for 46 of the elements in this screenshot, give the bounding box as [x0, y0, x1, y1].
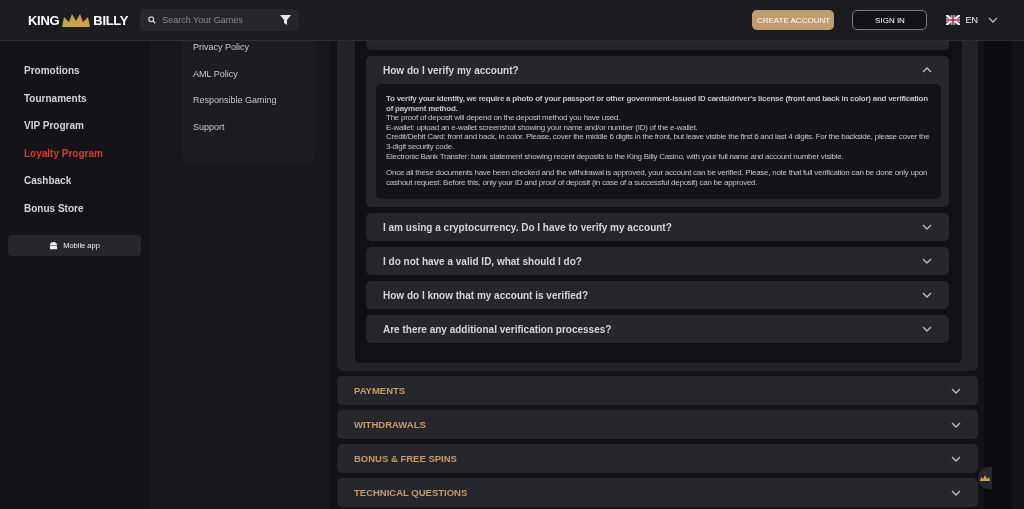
sidebar-item[interactable]: VIP Program — [24, 112, 150, 140]
sign-in-button[interactable]: SIGN IN — [852, 10, 928, 30]
sidebar-item[interactable]: Tournaments — [24, 84, 150, 113]
info-link[interactable]: Privacy Policy — [193, 41, 315, 68]
scroll-top-button[interactable] — [978, 467, 992, 489]
chevron-down-icon[interactable] — [988, 17, 998, 23]
question-item[interactable]: I am using a cryptocurrency. Do I have to verify my account? — [366, 213, 949, 242]
answer-text: The proof of deposit will depend on the deposit method you have used. — [386, 113, 622, 123]
crown-icon — [980, 475, 990, 481]
logo[interactable]: KING BILLY — [28, 12, 129, 28]
chevron-down-icon — [922, 326, 932, 333]
language-label[interactable]: EN — [965, 15, 978, 25]
chevron-down-icon — [951, 489, 961, 496]
info-link[interactable]: AML Policy — [193, 67, 315, 95]
question-item[interactable]: How do I know that my account is verified? — [366, 281, 949, 310]
chevron-down-icon — [922, 224, 932, 231]
question-item[interactable]: How do I verify my account? — [366, 56, 949, 84]
answer-text: To verify your identity, we require a photo of your passport or other government-issued ID cards/driver's license (front and back in color) and verification of payment method. — [386, 94, 929, 114]
info-link[interactable]: Support — [193, 120, 315, 148]
search-bar[interactable]: Search Your Games — [140, 9, 300, 31]
sidebar-item[interactable]: Bonus Store — [24, 194, 150, 223]
chevron-down-icon — [922, 292, 932, 299]
question-item[interactable]: Are there any additional verification processes? — [366, 315, 949, 344]
search-icon — [148, 16, 157, 24]
question-item[interactable]: I do not have a valid ID, what should I do? — [366, 247, 949, 276]
answer-text: Credit/Debit Card: front and back, in color. Please, cover the middle 6 digits in the front, but leave visible the first 6 and last 4 digits. For the backside, please cover the 3-digit security code. — [386, 132, 931, 152]
answer-text: Once all these documents have been checked and the withdrawal is approved, your account can be verified. Please, note that full verification can be done only upon cashout request. Before this, only your ID and proof of deposit (in case of a successful deposit) can be approved. — [386, 168, 929, 188]
info-link[interactable]: Responsible Gaming — [193, 94, 315, 121]
chevron-down-icon — [922, 258, 932, 265]
chevron-down-icon — [951, 455, 961, 462]
answer-text: Electronic Bank Transfer: bank statement showing recent deposits to the King Billy Casino, with your full name and account number visible. — [386, 151, 845, 162]
chevron-up-icon — [922, 67, 932, 73]
filter-icon[interactable] — [280, 15, 292, 25]
category-item[interactable]: BONUS & FREE SPINS — [337, 444, 978, 474]
category-item[interactable]: WITHDRAWALS — [337, 410, 978, 440]
sidebar-item[interactable]: Cashback — [24, 167, 150, 195]
sidebar-item[interactable]: Promotions — [24, 57, 150, 85]
category-item[interactable]: TECHNICAL QUESTIONS — [337, 478, 978, 508]
answer-text: E-wallet: upload an e-wallet screenshot showing your name and/or number (ID) of the e-wallet. — [386, 122, 699, 133]
crown-icon — [61, 12, 92, 28]
category-item[interactable]: PAYMENTS — [337, 376, 978, 406]
chevron-down-icon — [951, 387, 961, 394]
search-field[interactable]: Search Your Games — [160, 14, 277, 26]
flag-icon — [946, 15, 961, 25]
chevron-down-icon — [951, 421, 961, 428]
sidebar-item[interactable]: Loyalty Program — [24, 139, 150, 168]
